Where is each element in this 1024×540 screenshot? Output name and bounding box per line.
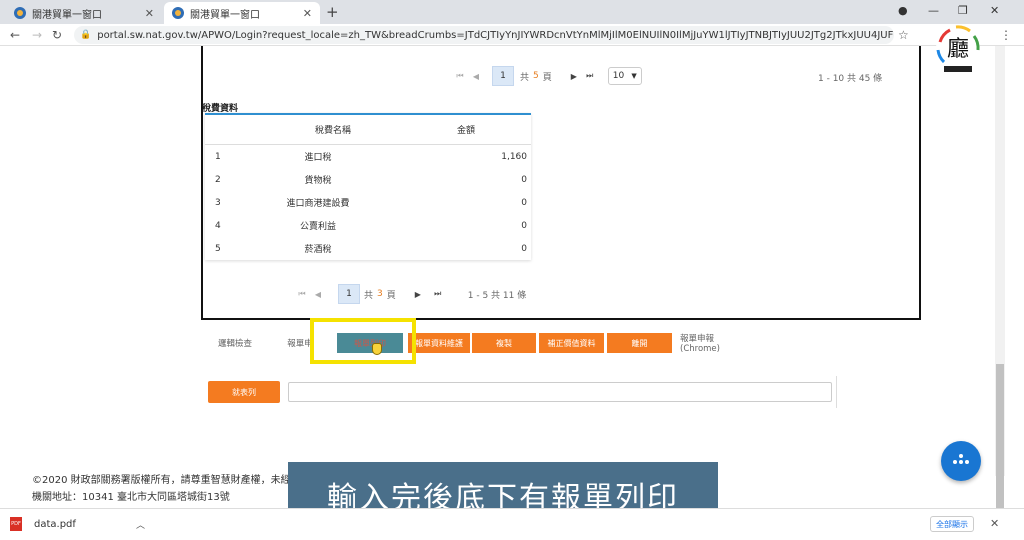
prev-page-icon[interactable]: ◀	[468, 72, 484, 81]
row-amount: 1,160	[501, 151, 527, 162]
row-name: 貨物稅	[304, 176, 332, 186]
profile-icon[interactable]: ●	[898, 4, 908, 17]
row-amount: 0	[521, 243, 527, 254]
table-header: 稅費名稱 金額	[205, 115, 531, 145]
lock-icon: 🔒	[80, 30, 92, 40]
table-row[interactable]: 5 菸酒稅 0	[205, 237, 531, 260]
leave-button[interactable]: 離開	[607, 333, 672, 353]
row-name: 進口商港建設費	[286, 199, 350, 209]
summary-text: 1 - 5 共 11 條	[467, 290, 527, 301]
list-input[interactable]	[288, 382, 832, 402]
menu-icon[interactable]: ⋮	[1000, 28, 1012, 42]
table-row[interactable]: 2 貨物稅 0	[205, 168, 531, 191]
summary-text: 1 - 10 共 45 條	[818, 74, 883, 84]
row-name: 菸酒稅	[304, 245, 332, 255]
row-index: 2	[215, 174, 221, 185]
last-page-icon[interactable]: ⏭	[430, 289, 446, 299]
correct-value-button[interactable]: 補正價值資料	[539, 333, 604, 353]
new-tab-icon[interactable]: +	[326, 3, 339, 21]
download-bar: PDF data.pdf ︿ 全部顯示 ✕	[0, 508, 1024, 540]
address-text: 機關地址：10341 臺北市大同區塔城街13號	[32, 492, 230, 503]
column-header-amount: 金額	[456, 126, 475, 136]
site-favicon-icon	[172, 7, 184, 19]
prev-page-icon[interactable]: ◀	[310, 290, 326, 299]
browser-tab-2[interactable]: 關港貿單一窗口 ✕	[164, 2, 320, 24]
table-row[interactable]: 1 進口稅 1,160	[205, 145, 531, 168]
last-page-icon[interactable]: ⏭	[582, 71, 598, 81]
copyright-text: ©2020 財政部關務署版權所有，請尊重智慧財產權，未經允許請	[32, 475, 321, 486]
browser-tab-1[interactable]: 關港貿單一窗口 ✕	[6, 2, 162, 24]
show-all-button[interactable]: 全部顯示	[930, 516, 974, 532]
bookmark-star-icon[interactable]: ☆	[898, 28, 909, 42]
url-text: portal.sw.nat.gov.tw/APWO/Login?request_…	[97, 29, 894, 41]
pdf-file-icon: PDF	[10, 517, 22, 531]
page-size-value: 10	[612, 71, 625, 81]
floating-menu-button[interactable]	[941, 441, 981, 481]
dots-icon	[952, 454, 970, 468]
maximize-icon[interactable]: ❐	[958, 4, 968, 17]
total-pages: 5	[533, 71, 539, 81]
close-icon[interactable]: ✕	[145, 7, 154, 20]
declaration-data-button[interactable]: 報單資料維護	[408, 333, 470, 353]
list-button[interactable]: 就表列	[208, 381, 280, 403]
tax-table: 稅費名稱 金額 1 進口稅 1,160 2 貨物稅 0 3 進口商港建設費 0 …	[205, 113, 531, 260]
total-prefix: 共	[364, 290, 374, 301]
row-amount: 0	[521, 174, 527, 185]
download-filename: data.pdf	[34, 518, 76, 530]
row-name: 進口稅	[304, 153, 332, 163]
row-index: 1	[215, 151, 221, 162]
first-page-icon[interactable]: ⏮	[294, 289, 310, 299]
site-favicon-icon	[14, 7, 26, 19]
top-pagination: ⏮ ◀ 1 共 5 頁 ▶ ⏭ 10 ▼	[452, 66, 642, 86]
address-bar: ← → ↻ 🔒 portal.sw.nat.gov.tw/APWO/Login?…	[0, 24, 1024, 46]
close-icon[interactable]: ✕	[990, 517, 999, 530]
copy-button[interactable]: 複製	[472, 333, 536, 353]
row-index: 3	[215, 197, 221, 208]
page-footer: ©2020 財政部關務署版權所有，請尊重智慧財產權，未經允許請 機關地址：103…	[32, 472, 321, 506]
next-page-icon[interactable]: ▶	[410, 290, 426, 299]
scrollbar-thumb[interactable]	[996, 364, 1004, 522]
highlight-box	[310, 318, 416, 364]
logic-check-button[interactable]: 邏輯檢查	[212, 333, 258, 353]
close-icon[interactable]: ✕	[303, 7, 312, 20]
tab-title: 關港貿單一窗口	[190, 9, 260, 21]
svg-text:廳: 廳	[947, 37, 969, 62]
browser-tab-bar: 關港貿單一窗口 ✕ 關港貿單一窗口 ✕ + ● — ❐ ✕	[0, 0, 1024, 24]
total-suffix: 頁	[386, 290, 396, 301]
window-close-icon[interactable]: ✕	[990, 4, 999, 17]
hand-cursor-icon	[372, 343, 382, 355]
total-prefix: 共	[520, 72, 530, 83]
row-amount: 0	[521, 220, 527, 231]
declaration-chrome-button[interactable]: 報單申報(Chrome)	[680, 333, 750, 354]
current-page-button[interactable]: 1	[338, 284, 360, 304]
back-icon[interactable]: ←	[10, 28, 20, 42]
next-page-icon[interactable]: ▶	[566, 72, 582, 81]
action-bar: 邏輯檢查 報單申 報單列印 報單資料維護 複製 補正價值資料 離開 報單申報(C…	[0, 330, 1024, 358]
download-item[interactable]: PDF data.pdf	[10, 517, 76, 531]
chevron-down-icon: ▼	[631, 72, 637, 80]
current-page-button[interactable]: 1	[492, 66, 514, 86]
extension-logo-icon: 廳	[936, 25, 980, 72]
row-index: 4	[215, 220, 221, 231]
divider	[836, 376, 837, 408]
column-header-name: 稅費名稱	[314, 126, 351, 136]
tab-title: 關港貿單一窗口	[32, 9, 102, 21]
row-amount: 0	[521, 197, 527, 208]
table-row[interactable]: 4 公賣利益 0	[205, 214, 531, 237]
first-page-icon[interactable]: ⏮	[452, 71, 468, 81]
chevron-up-icon[interactable]: ︿	[136, 518, 145, 531]
tax-pagination: ⏮ ◀ 1 共 3 頁 ▶ ⏭ 1 - 5 共 11 條	[294, 284, 526, 304]
url-input[interactable]: 🔒 portal.sw.nat.gov.tw/APWO/Login?reques…	[74, 26, 894, 44]
top-pager-summary: 1 - 10 共 45 條	[818, 71, 882, 84]
forward-icon[interactable]: →	[32, 28, 42, 42]
vertical-scrollbar[interactable]	[995, 46, 1005, 522]
table-row[interactable]: 3 進口商港建設費 0	[205, 191, 531, 214]
page-size-select[interactable]: 10 ▼	[607, 67, 642, 85]
total-suffix: 頁	[542, 72, 552, 83]
row-index: 5	[215, 243, 221, 254]
total-pages: 3	[377, 289, 383, 299]
reload-icon[interactable]: ↻	[52, 28, 62, 42]
minimize-icon[interactable]: —	[928, 4, 939, 17]
row-name: 公賣利益	[299, 222, 336, 232]
